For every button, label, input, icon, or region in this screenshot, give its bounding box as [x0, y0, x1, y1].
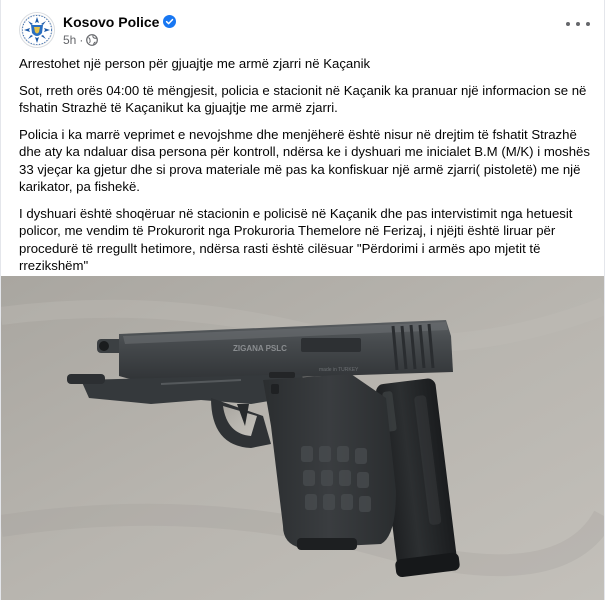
post-paragraph: Policia i ka marrë veprimet e nevojshme … [19, 126, 590, 195]
slide-marking: ZIGANA PSLC [233, 344, 287, 353]
more-options-icon[interactable] [566, 18, 590, 30]
page-name-link[interactable]: Kosovo Police [63, 13, 159, 31]
facebook-post: Kosovo Police 5h · Arrestohet një person… [0, 0, 605, 600]
verified-badge-icon [163, 15, 177, 28]
kosovo-police-logo-icon [21, 14, 53, 46]
post-timestamp-link[interactable]: 5h [63, 32, 76, 48]
post-photo[interactable]: ZIGANA PSLC made in TURKEY [1, 276, 604, 600]
post-paragraph: I dyshuari është shoqëruar në stacionin … [19, 205, 573, 274]
post-text: Arrestohet një person për gjuajtje me ar… [19, 55, 591, 284]
page-avatar[interactable] [19, 12, 55, 48]
frame-marking: made in TURKEY [319, 367, 359, 373]
pistol-and-magazine-photo: ZIGANA PSLC made in TURKEY [1, 276, 604, 600]
post-header: Kosovo Police 5h · [19, 12, 177, 48]
name-row: Kosovo Police [63, 13, 177, 31]
meta-separator: · [79, 32, 84, 47]
post-paragraph: Sot, rreth orës 04:00 të mëngjesit, poli… [19, 82, 587, 116]
timestamp-row: 5h · [63, 32, 176, 48]
globe-icon[interactable] [86, 33, 99, 46]
post-headline: Arrestohet një person për gjuajtje me ar… [19, 56, 371, 71]
post-meta: Kosovo Police 5h · [63, 13, 177, 48]
